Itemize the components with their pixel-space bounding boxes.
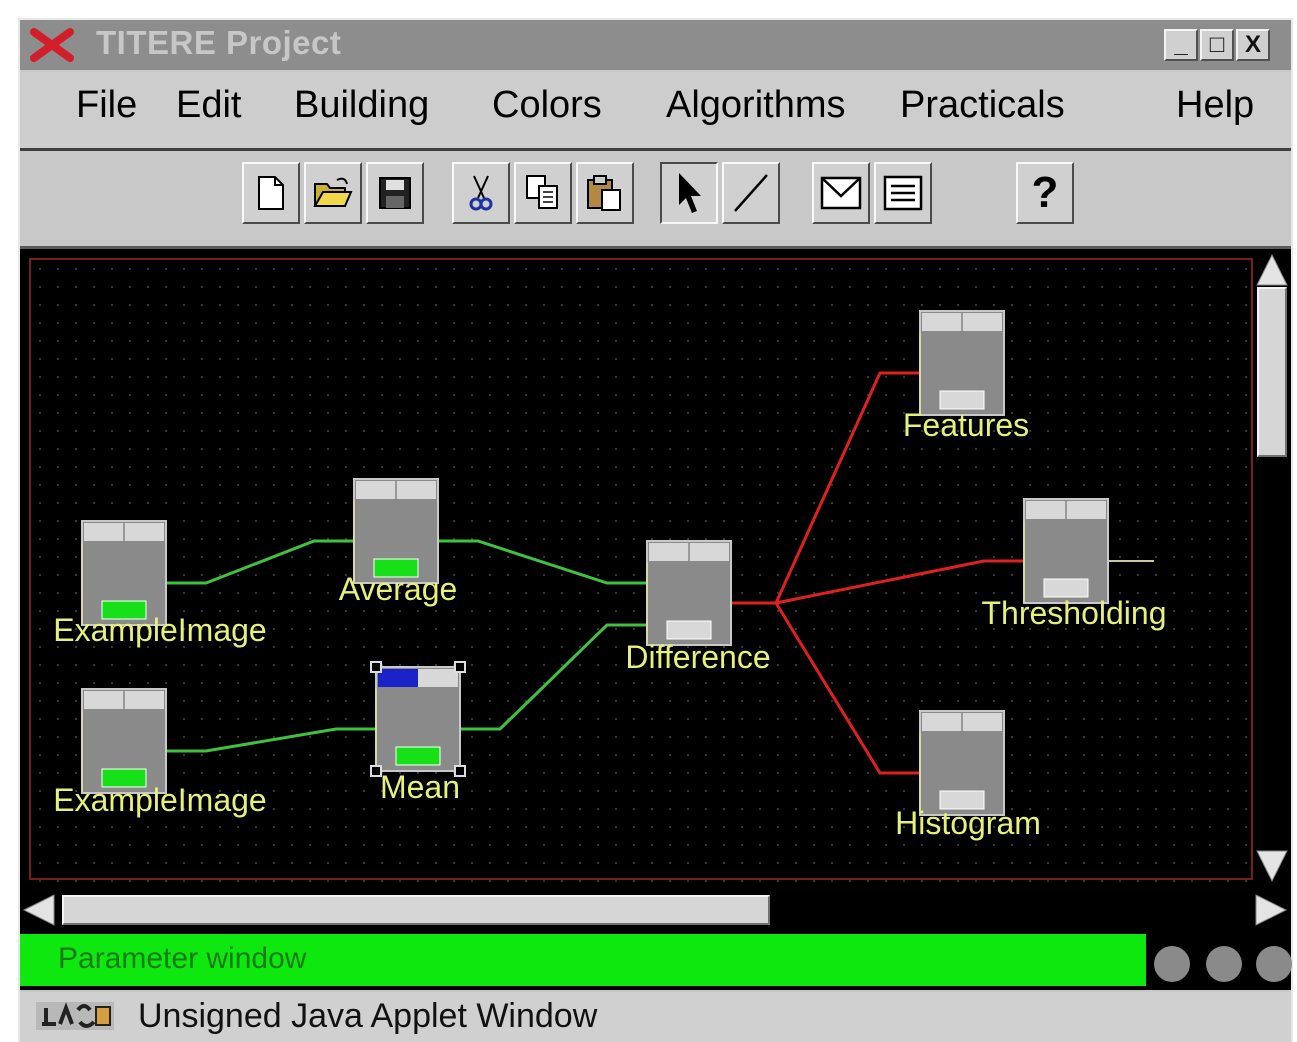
status-light-2 bbox=[1206, 946, 1242, 982]
app-logo-icon bbox=[30, 28, 74, 62]
vertical-scrollbar[interactable] bbox=[1253, 249, 1291, 889]
minimize-icon: _ bbox=[1174, 31, 1188, 58]
save-button[interactable] bbox=[366, 162, 424, 224]
title-bar[interactable]: TITERE Project _ □ X bbox=[20, 20, 1291, 70]
list-button[interactable] bbox=[874, 162, 932, 224]
paste-button[interactable] bbox=[576, 162, 634, 224]
new-file-icon bbox=[258, 176, 284, 210]
select-tool-button[interactable] bbox=[660, 162, 718, 224]
copy-icon bbox=[526, 175, 558, 209]
scroll-down-icon[interactable] bbox=[1255, 849, 1289, 883]
line-tool-button[interactable] bbox=[722, 162, 780, 224]
applet-warning-bar: Unsigned Java Applet Window bbox=[20, 992, 1291, 1042]
node-label: Difference bbox=[625, 639, 771, 675]
list-icon bbox=[883, 175, 923, 211]
applet-warning-text: Unsigned Java Applet Window bbox=[138, 997, 598, 1035]
node-histogram[interactable] bbox=[919, 710, 1005, 816]
new-file-button[interactable] bbox=[242, 162, 300, 224]
close-icon: X bbox=[1244, 31, 1261, 58]
save-disk-icon bbox=[379, 177, 411, 209]
node-label: Histogram bbox=[895, 805, 1041, 841]
menu-help[interactable]: Help bbox=[1176, 84, 1254, 127]
node-label: Features bbox=[902, 407, 1030, 443]
node-label: ExampleImage bbox=[53, 612, 267, 648]
menu-bar: File Edit Building Colors Algorithms Pra… bbox=[20, 72, 1291, 151]
copy-button[interactable] bbox=[514, 162, 572, 224]
menu-practicals[interactable]: Practicals bbox=[900, 84, 1065, 127]
scroll-right-icon[interactable] bbox=[1254, 893, 1288, 927]
node-difference[interactable] bbox=[646, 540, 732, 646]
toolbar: ? bbox=[20, 152, 1291, 244]
cut-icon bbox=[469, 175, 493, 211]
node-features[interactable] bbox=[919, 310, 1005, 416]
vertical-scroll-thumb[interactable] bbox=[1257, 287, 1287, 457]
help-icon: ? bbox=[1031, 168, 1059, 217]
applet-window: TITERE Project _ □ X File Edit Building … bbox=[18, 18, 1293, 1042]
node-status-indicator bbox=[395, 746, 441, 766]
node-exampleimage[interactable] bbox=[81, 688, 167, 794]
open-folder-icon bbox=[313, 177, 353, 207]
node-average[interactable] bbox=[353, 478, 439, 584]
close-button[interactable]: X bbox=[1236, 29, 1270, 61]
line-tool-icon bbox=[734, 174, 768, 212]
status-bar: Parameter window bbox=[20, 930, 1292, 990]
parameter-window-label: Parameter window bbox=[58, 942, 307, 975]
status-light-1 bbox=[1154, 946, 1190, 982]
pointer-arrow-icon bbox=[679, 173, 701, 213]
menu-algorithms[interactable]: Algorithms bbox=[666, 84, 846, 127]
menu-file[interactable]: File bbox=[76, 84, 137, 127]
node-thresholding[interactable] bbox=[1023, 498, 1109, 604]
java-icon bbox=[36, 1002, 114, 1030]
horizontal-scroll-thumb[interactable] bbox=[62, 895, 770, 925]
workflow-canvas[interactable]: ExampleImage ExampleImage Average Mean Diffe… bbox=[20, 246, 1291, 931]
help-button[interactable]: ? bbox=[1016, 162, 1074, 224]
selection-handle[interactable] bbox=[454, 661, 466, 673]
cut-button[interactable] bbox=[452, 162, 510, 224]
node-label: Average bbox=[338, 571, 458, 607]
node-exampleimage[interactable] bbox=[81, 520, 167, 626]
envelope-icon bbox=[820, 176, 862, 210]
paste-icon bbox=[587, 175, 621, 211]
open-button[interactable] bbox=[304, 162, 362, 224]
horizontal-scrollbar[interactable] bbox=[20, 889, 1291, 931]
minimize-button[interactable]: _ bbox=[1164, 29, 1198, 61]
selection-handle[interactable] bbox=[370, 661, 382, 673]
scroll-up-icon[interactable] bbox=[1255, 253, 1289, 287]
menu-edit[interactable]: Edit bbox=[176, 84, 241, 127]
node-label: Thresholding bbox=[981, 595, 1167, 631]
scroll-left-icon[interactable] bbox=[22, 893, 56, 927]
message-button[interactable] bbox=[812, 162, 870, 224]
menu-building[interactable]: Building bbox=[294, 84, 429, 127]
parameter-window[interactable]: Parameter window bbox=[20, 934, 1146, 986]
menu-colors[interactable]: Colors bbox=[492, 84, 602, 127]
maximize-button[interactable]: □ bbox=[1200, 29, 1234, 61]
node-label: Mean bbox=[379, 769, 461, 805]
window-title: TITERE Project bbox=[96, 24, 342, 61]
status-light-3 bbox=[1256, 946, 1292, 982]
node-status-indicator bbox=[666, 620, 712, 640]
node-label: ExampleImage bbox=[53, 782, 267, 818]
node-mean[interactable] bbox=[370, 661, 466, 777]
maximize-icon: □ bbox=[1209, 31, 1225, 58]
